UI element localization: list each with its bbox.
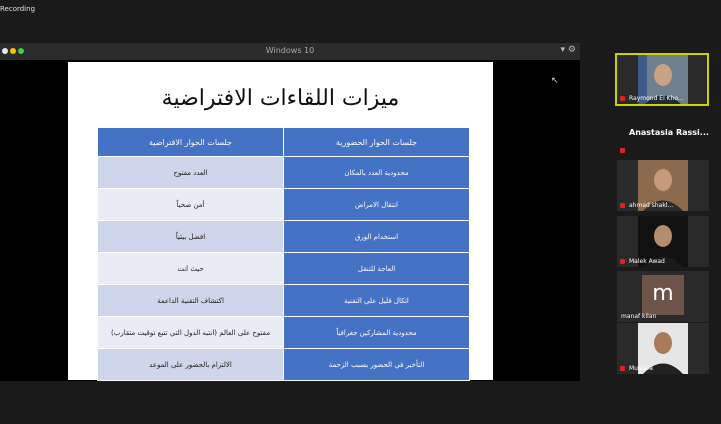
table-cell: اكتشاف التقنية الداعمة	[97, 284, 284, 317]
participant-name: Raymond El Kho...	[629, 95, 684, 102]
participant-name: manaf kilan	[621, 313, 657, 320]
participant-name: ahmad shakl...	[629, 202, 674, 209]
microphone-muted-icon	[620, 203, 625, 208]
table-header: جلسات الحوار الحضورية	[283, 127, 470, 157]
table-row: انتقال الامراض أمن صحياً	[97, 188, 470, 221]
mouse-cursor-icon: ↖	[551, 76, 559, 86]
table-cell: استخدام الورق	[283, 220, 470, 253]
table-cell: محدودية العدد بالمكان	[283, 156, 470, 189]
table-cell: اتكال قليل على التقنية	[283, 284, 470, 317]
table-row: اتكال قليل على التقنية اكتشاف التقنية ال…	[97, 284, 470, 317]
table-cell: التأخير في الحضور بسبب الزحمة	[283, 348, 470, 381]
participant-tile[interactable]: Malek Awad	[617, 216, 709, 267]
table-cell: مفتوح على العالم (انتبه الدول التي تتبع …	[97, 316, 284, 349]
shared-screen: Windows 10 ▾ ⚙ ميزات اللقاءات الافتراضية…	[0, 43, 580, 381]
window-title: Windows 10	[265, 46, 315, 55]
table-cell: العدد مفتوح	[97, 156, 284, 189]
slide-title: ميزات اللقاءات الافتراضية	[161, 86, 400, 111]
table-row: العاجة للتنقل حيث انت	[97, 252, 470, 285]
comparison-table: جلسات الحوار الحضورية جلسات الحوار الافت…	[97, 127, 470, 381]
microphone-muted-icon	[620, 366, 625, 371]
table-cell: محدودية المشاركين جغرافياً	[283, 316, 470, 349]
microphone-muted-icon	[620, 259, 625, 264]
table-cell: الالتزام بالحضور على الموعد	[97, 348, 284, 381]
share-titlebar: Windows 10 ▾ ⚙	[0, 43, 580, 60]
table-cell: العاجة للتنقل	[283, 252, 470, 285]
table-row: استخدام الورق افضل بيئياً	[97, 220, 470, 253]
table-row: محدودية العدد بالمكان العدد مفتوح	[97, 156, 470, 189]
participant-tile[interactable]: Raymond El Kho...	[615, 53, 709, 106]
participant-tile[interactable]: m manaf kilan	[617, 271, 709, 322]
table-row: محدودية المشاركين جغرافياً مفتوح على الع…	[97, 316, 470, 349]
participant-name: Mustafa	[629, 365, 653, 372]
table-cell: افضل بيئياً	[97, 220, 284, 253]
participant-name: Anastasia Rassi...	[629, 128, 709, 137]
participant-tile[interactable]: Mustafa	[617, 323, 709, 374]
microphone-muted-icon	[620, 96, 625, 101]
avatar: m	[642, 275, 684, 315]
participant-name: Malek Awad	[629, 258, 665, 265]
table-cell: حيث انت	[97, 252, 284, 285]
microphone-muted-icon	[620, 148, 625, 153]
participant-tile[interactable]: ahmad shakl...	[617, 160, 709, 211]
view-options-gear-icon[interactable]: ▾ ⚙	[561, 45, 576, 55]
table-cell: أمن صحياً	[97, 188, 284, 221]
table-row: التأخير في الحضور بسبب الزحمة الالتزام ب…	[97, 348, 470, 381]
table-header: جلسات الحوار الافتراضية	[97, 127, 284, 157]
table-cell: انتقال الامراض	[283, 188, 470, 221]
recording-label: Recording	[0, 5, 36, 13]
presentation-slide: ميزات اللقاءات الافتراضية جلسات الحوار ا…	[68, 62, 493, 381]
participants-panel: Raymond El Kho... Anastasia Rassi... ahm…	[615, 43, 721, 383]
